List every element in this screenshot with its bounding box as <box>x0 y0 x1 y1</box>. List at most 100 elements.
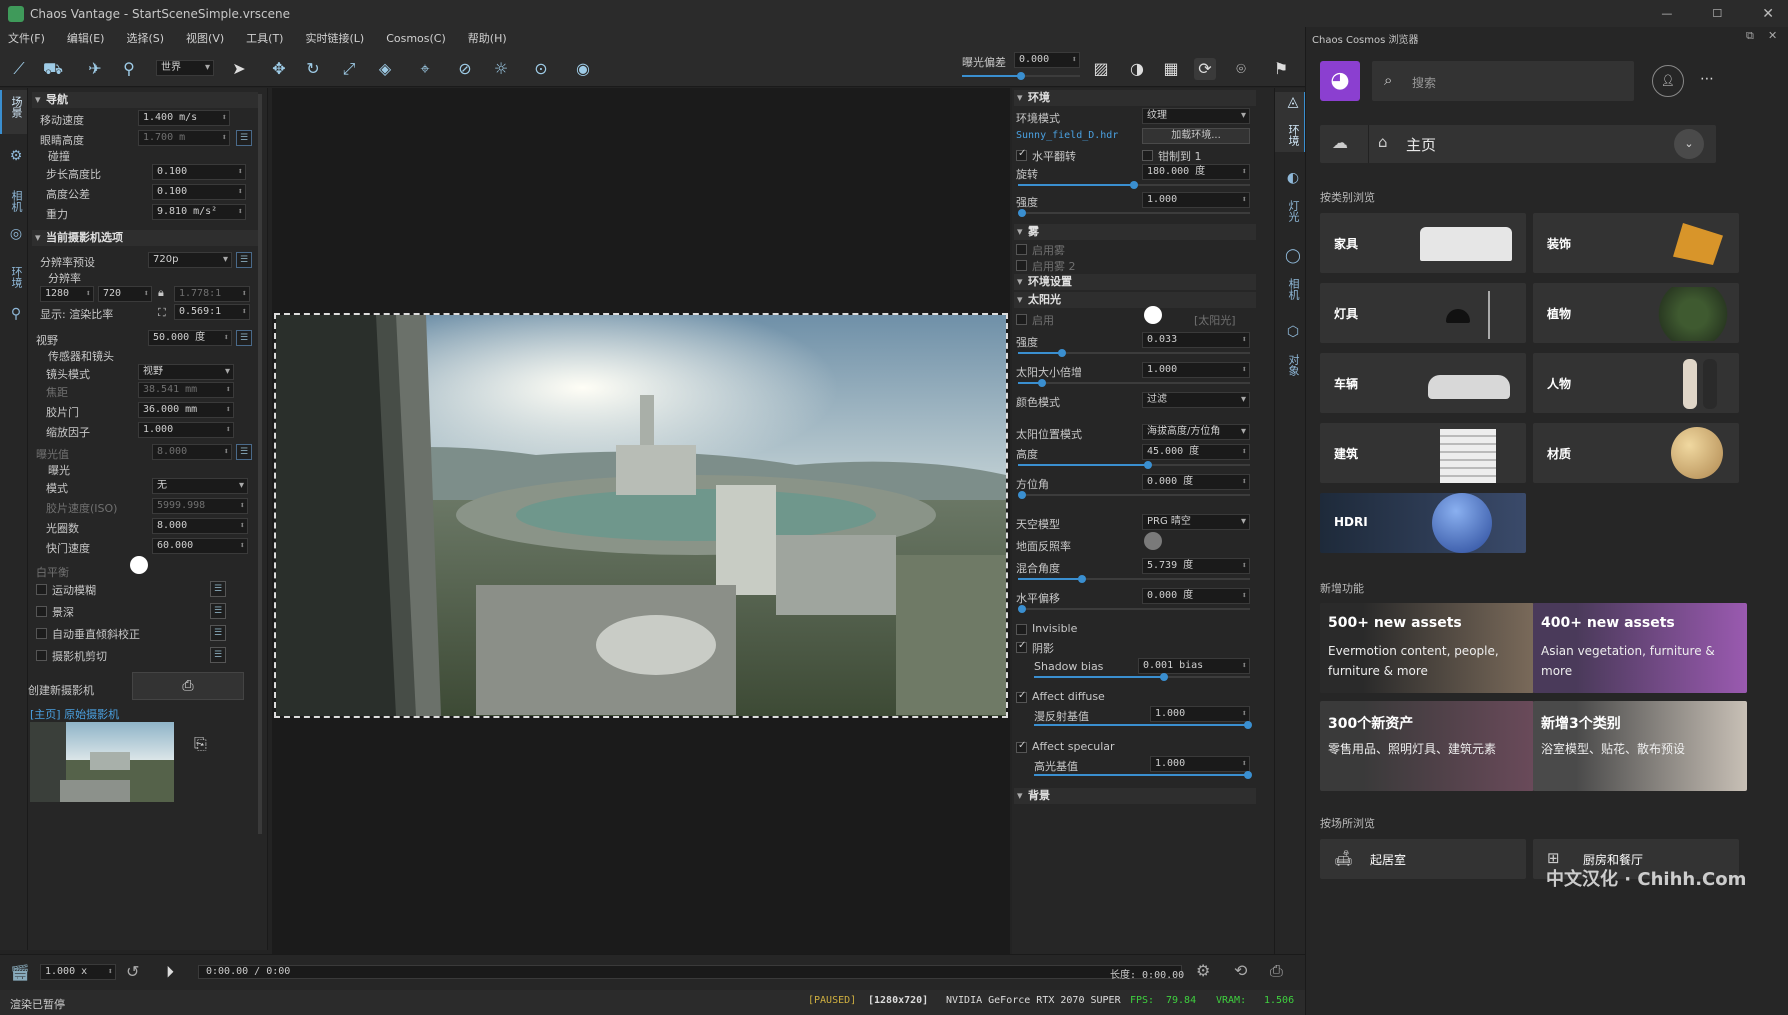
diffuse-base-slider[interactable] <box>1034 721 1252 729</box>
hdr-file-link[interactable]: Sunny_field_D.hdr <box>1016 130 1118 141</box>
hflip-checkbox[interactable] <box>1016 148 1027 161</box>
exposure-slider[interactable] <box>962 72 1080 80</box>
dof-menu-icon[interactable]: ☰ <box>210 603 226 619</box>
blend-angle-slider[interactable] <box>1018 575 1250 583</box>
more-icon[interactable]: ⋯ <box>1700 71 1714 87</box>
tab-scene[interactable]: 场景 <box>4 96 24 118</box>
home-bar[interactable]: ☁ ⌂ 主页 ⌄ <box>1320 125 1716 163</box>
fnum-input[interactable]: 8.000 <box>152 518 248 534</box>
res-menu-icon[interactable]: ☰ <box>236 252 252 268</box>
pos-mode-select[interactable]: 海拔高度/方位角 <box>1142 424 1250 440</box>
select-cursor-icon[interactable]: ➤ <box>228 58 250 80</box>
dof-checkbox[interactable] <box>36 606 47 617</box>
rotate-icon[interactable]: ↻ <box>302 58 324 80</box>
film-gate-input[interactable]: 36.000 mm <box>138 402 234 418</box>
env-tab-icon[interactable]: ◬ <box>1281 94 1301 110</box>
env-tab-icon[interactable]: ◎ <box>4 226 24 242</box>
play-icon[interactable]: ⏵ <box>166 962 174 982</box>
user-icon[interactable]: 👤︎ <box>1652 65 1684 97</box>
res-ratio-input[interactable]: 1.778:1 <box>174 286 250 302</box>
car-icon[interactable]: ⛟ <box>42 58 64 80</box>
material-pick-icon[interactable]: ⊘ <box>454 58 476 80</box>
exp-mode-select[interactable]: 无 <box>152 478 248 494</box>
env-mode-select[interactable]: 纹理 <box>1142 108 1250 124</box>
vert-tilt-menu-icon[interactable]: ☰ <box>210 625 226 641</box>
shadows-checkbox[interactable] <box>1016 640 1027 653</box>
tab-objects[interactable]: 对象 <box>1281 354 1301 376</box>
rotation-slider[interactable] <box>1018 181 1250 189</box>
altitude-slider[interactable] <box>1018 461 1250 469</box>
clipping-menu-icon[interactable]: ☰ <box>210 647 226 663</box>
ev-menu-icon[interactable]: ☰ <box>236 444 252 460</box>
room-living[interactable]: 🛋︎ 起居室 <box>1320 839 1526 879</box>
focal-input[interactable]: 38.541 mm <box>138 382 234 398</box>
tab-camera[interactable]: 相机 <box>4 190 24 212</box>
camera-tab-icon[interactable]: ⚙ <box>4 148 24 164</box>
cloud-icon[interactable]: ☁ <box>1332 133 1348 152</box>
fov-menu-icon[interactable]: ☰ <box>236 330 252 346</box>
playback-speed-input[interactable]: 1.000 x <box>40 964 116 980</box>
eye-height-menu-icon[interactable]: ☰ <box>236 130 252 146</box>
move-icon[interactable]: ✥ <box>268 58 290 80</box>
clipping-checkbox[interactable] <box>36 650 47 661</box>
vert-tilt-checkbox[interactable] <box>36 628 47 639</box>
undock-icon[interactable]: ⧉ <box>1746 29 1754 43</box>
focus-icon[interactable]: ⌾ <box>1230 58 1252 80</box>
nav-section[interactable]: 导航 <box>32 92 258 108</box>
wb-color-swatch[interactable] <box>130 556 148 574</box>
close-icon[interactable]: ✕ <box>1762 6 1774 22</box>
cam-tab-icon[interactable]: ◯ <box>1281 248 1301 264</box>
cat-vehicles[interactable]: 车辆 <box>1320 353 1526 413</box>
cat-materials[interactable]: 材质 <box>1533 423 1739 483</box>
pin-icon[interactable]: ⚑ <box>1270 58 1292 80</box>
cat-lighting[interactable]: 灯具 <box>1320 283 1526 343</box>
res-height-input[interactable]: 720 <box>98 286 152 302</box>
fog1-checkbox[interactable] <box>1016 244 1027 255</box>
news-card-1[interactable]: 500+ new assets Evermotion content, peopl… <box>1320 603 1534 693</box>
maximize-icon[interactable]: ☐ <box>1712 7 1722 20</box>
clapboard-icon[interactable]: 🎬︎ <box>10 963 30 982</box>
cat-hdri[interactable]: HDRI <box>1320 493 1526 553</box>
intensity-slider[interactable] <box>1018 209 1250 217</box>
background-section[interactable]: 背景 <box>1014 788 1256 804</box>
fog2-checkbox[interactable] <box>1016 260 1027 271</box>
camera-section[interactable]: 当前摄影机选项 <box>32 230 258 246</box>
space-select[interactable]: 世界 <box>156 60 214 76</box>
split-view-icon[interactable]: ◑ <box>1126 58 1148 80</box>
lens-mode-select[interactable]: 视野 <box>138 364 234 380</box>
menu-item-0[interactable]: 文件(F) <box>8 30 45 46</box>
loop-icon[interactable]: ⟲ <box>1234 961 1247 980</box>
spec-base-slider[interactable] <box>1034 771 1252 779</box>
hoffset-slider[interactable] <box>1018 605 1250 613</box>
altitude-input[interactable]: 45.000 度 <box>1142 444 1250 460</box>
menu-item-6[interactable]: Cosmos(C) <box>386 32 446 45</box>
rotation-input[interactable]: 180.000 度 <box>1142 164 1250 180</box>
camera-options-icon[interactable]: ⎘ <box>194 734 207 754</box>
cat-architecture[interactable]: 建筑 <box>1320 423 1526 483</box>
invisible-checkbox[interactable] <box>1016 624 1027 635</box>
env-section[interactable]: 环境 <box>1014 90 1256 106</box>
motion-blur-menu-icon[interactable]: ☰ <box>210 581 226 597</box>
res-preset-select[interactable]: 720p <box>148 252 232 268</box>
news-card-3[interactable]: 300个新资产 零售用品、照明灯具、建筑元素 <box>1320 701 1534 791</box>
spec-base-input[interactable]: 1.000 <box>1150 756 1250 772</box>
cat-decor[interactable]: 装饰 <box>1533 213 1739 273</box>
left-scrollbar[interactable] <box>258 94 262 834</box>
menu-item-2[interactable]: 选择(S) <box>126 30 164 46</box>
display-ratio-input[interactable]: 0.569:1 <box>174 304 250 320</box>
new-camera-button[interactable]: ⎙ <box>132 672 244 700</box>
sky-model-select[interactable]: PRG 晴空 <box>1142 514 1250 530</box>
pivot-icon[interactable]: ⌖ <box>414 58 436 80</box>
cat-people[interactable]: 人物 <box>1533 353 1739 413</box>
shadow-bias-input[interactable]: 0.001 bias <box>1138 658 1250 674</box>
camera-thumbnail[interactable] <box>30 722 174 802</box>
snap-icon[interactable]: ◈ <box>374 58 396 80</box>
ev-input[interactable]: 8.000 <box>152 444 232 460</box>
chevron-down-icon[interactable]: ⌄ <box>1674 129 1704 159</box>
zoom-input[interactable]: 1.000 <box>138 422 234 438</box>
menu-item-1[interactable]: 编辑(E) <box>67 30 105 46</box>
ground-albedo-swatch[interactable] <box>1144 532 1162 550</box>
object-tab-icon-right[interactable]: ⬡ <box>1281 324 1301 340</box>
news-card-2[interactable]: 400+ new assets Asian vegetation, furnitu… <box>1533 603 1747 693</box>
eye-height-input[interactable]: 1.700 m <box>138 130 230 146</box>
